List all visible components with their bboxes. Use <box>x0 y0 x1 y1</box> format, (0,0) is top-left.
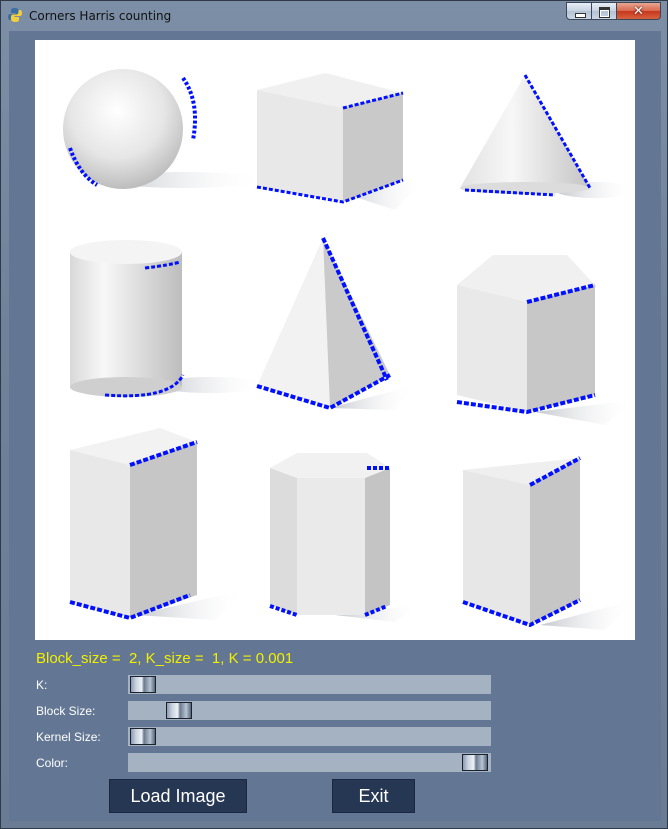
exit-button[interactable]: Exit <box>332 779 415 813</box>
kernel-size-label: Kernel Size: <box>36 730 101 744</box>
color-slider[interactable] <box>128 753 491 772</box>
pyramid-shape <box>256 237 415 411</box>
cone-shape <box>460 74 635 198</box>
hexagonal-prism-shape <box>269 453 420 622</box>
block-size-slider-thumb[interactable] <box>166 702 192 719</box>
k-slider-thumb[interactable] <box>130 676 156 693</box>
sphere-shape <box>63 69 265 189</box>
caption-buttons: ✕ <box>566 2 661 22</box>
triangular-prism-shape <box>462 456 635 630</box>
shapes-image <box>63 69 635 630</box>
close-button[interactable]: ✕ <box>617 2 661 20</box>
parameters-status: Block_size = 2, K_size = 1, K = 0.001 <box>36 650 294 667</box>
result-image <box>35 40 635 640</box>
kernel-size-slider[interactable] <box>128 727 491 746</box>
app-window: Corners Harris counting ✕ Block_size = 2… <box>0 0 668 829</box>
kernel-size-slider-thumb[interactable] <box>130 728 156 745</box>
python-app-icon <box>8 8 22 22</box>
block-size-label: Block Size: <box>36 704 96 718</box>
load-image-button[interactable]: Load Image <box>109 779 247 813</box>
k-slider[interactable] <box>128 675 491 694</box>
pentagonal-prism-shape <box>456 255 635 425</box>
block-size-slider[interactable] <box>128 701 491 720</box>
close-icon: ✕ <box>633 4 644 19</box>
color-label: Color: <box>36 756 69 770</box>
title-bar[interactable]: Corners Harris counting ✕ <box>1 1 667 31</box>
color-slider-thumb[interactable] <box>462 754 488 771</box>
client-area: Block_size = 2, K_size = 1, K = 0.001 K:… <box>9 31 661 821</box>
box-shape <box>69 428 245 621</box>
minimize-button[interactable] <box>566 2 592 20</box>
cylinder-shape <box>70 240 265 398</box>
k-label: K: <box>36 678 48 692</box>
maximize-button[interactable] <box>592 2 617 20</box>
cube-shape <box>256 73 425 210</box>
window-title: Corners Harris counting <box>29 9 172 23</box>
